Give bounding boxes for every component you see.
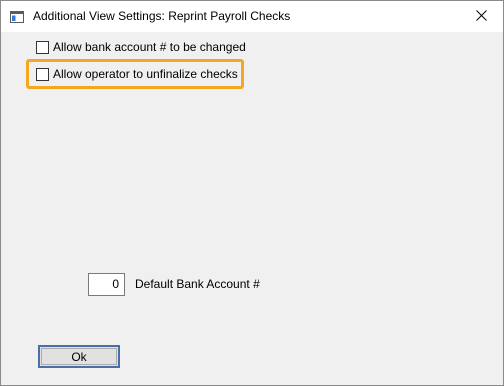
- allow-unfinalize-option[interactable]: Allow operator to unfinalize checks: [36, 66, 238, 82]
- window-title: Additional View Settings: Reprint Payrol…: [33, 9, 291, 23]
- window-app-icon: [10, 10, 24, 23]
- close-button[interactable]: [459, 1, 503, 32]
- allow-bank-account-change-label: Allow bank account # to be changed: [53, 40, 246, 54]
- close-icon: [475, 8, 487, 26]
- dialog-window: Additional View Settings: Reprint Payrol…: [0, 0, 504, 386]
- default-bank-account-label: Default Bank Account #: [135, 277, 260, 291]
- title-bar[interactable]: Additional View Settings: Reprint Payrol…: [1, 1, 503, 32]
- ok-button-focus-border: [41, 348, 117, 365]
- allow-bank-account-change-option[interactable]: Allow bank account # to be changed: [36, 39, 246, 55]
- ok-button[interactable]: Ok: [38, 345, 120, 368]
- allow-unfinalize-label: Allow operator to unfinalize checks: [53, 67, 238, 81]
- allow-bank-account-change-checkbox[interactable]: [36, 40, 49, 54]
- default-bank-account-input[interactable]: 0: [88, 273, 125, 296]
- allow-unfinalize-checkbox[interactable]: [36, 67, 49, 81]
